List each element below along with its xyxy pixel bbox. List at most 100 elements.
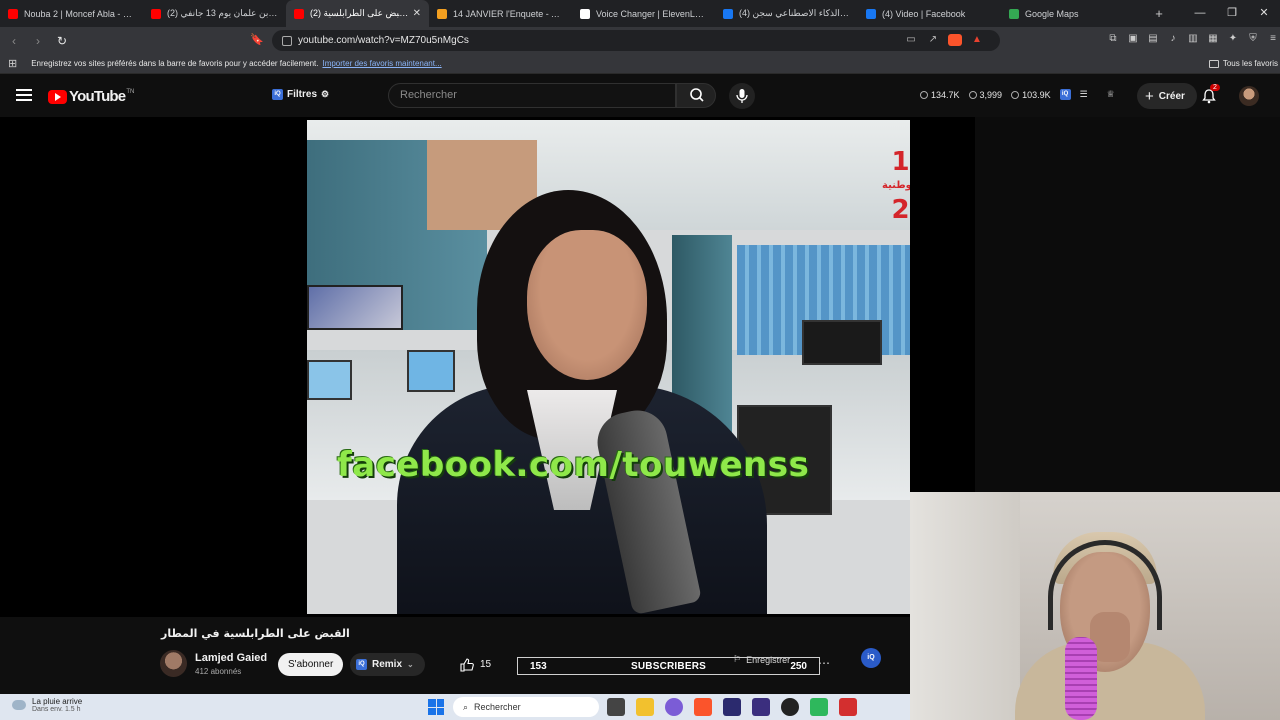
- video-count-icon: [968, 90, 977, 99]
- share-icon[interactable]: ↗: [926, 34, 940, 46]
- notifications-button[interactable]: 2: [1202, 84, 1220, 104]
- new-tab-button[interactable]: +: [1144, 6, 1174, 21]
- close-window-icon[interactable]: ✕: [1248, 0, 1280, 27]
- weather-line-2: Dans env. 1.5 h: [32, 706, 81, 713]
- iq-floating-button[interactable]: iQ: [861, 648, 881, 668]
- url-bar[interactable]: youtube.com/watch?v=MZ70u5nMgCs ▭ ↗ ▲: [272, 30, 1000, 51]
- leo-icon[interactable]: ✦: [1226, 33, 1240, 47]
- browser-tab[interactable]: حسن بن علمان يوم 13 جانفي (2): [143, 0, 286, 27]
- tab-title: Voice Changer | ElevenLabs: [596, 8, 707, 19]
- after-effects-icon[interactable]: [752, 698, 770, 716]
- remix-label: Remix: [372, 659, 403, 670]
- browser-tab[interactable]: (4) Video | Facebook: [858, 0, 1001, 27]
- screenshot-icon[interactable]: ▣: [1126, 33, 1140, 47]
- bookmark-icon[interactable]: 🔖: [250, 33, 264, 48]
- taskbar-search[interactable]: ⌕ Rechercher: [453, 697, 599, 717]
- browser-tab[interactable]: Voice Changer | ElevenLabs: [572, 0, 715, 27]
- browser-tab[interactable]: 14 JANVIER l'Enquete - Abdela: [429, 0, 572, 27]
- tab-title: القبض على الطرابلسية (2): [310, 8, 409, 18]
- tab-favicon-icon: [294, 8, 304, 19]
- site-info-icon[interactable]: [282, 35, 292, 46]
- stat-value: 3,999: [979, 89, 1003, 100]
- youtube-wordmark: YouTube: [69, 88, 126, 105]
- file-explorer-icon[interactable]: [636, 698, 654, 716]
- iq-extension-icon[interactable]: iQ: [1059, 89, 1071, 100]
- youtube-logo[interactable]: YouTube TN: [48, 88, 134, 105]
- menu-icon[interactable]: ≡: [1266, 33, 1280, 47]
- minimize-icon[interactable]: —: [1184, 0, 1216, 27]
- create-label: Créer: [1158, 90, 1185, 102]
- save-button[interactable]: ⚐ Enregistrer: [733, 654, 790, 665]
- filters-label: Filtres: [287, 89, 318, 100]
- tab-title: (4) الذكاء الاصطناعي سجن - Sea: [739, 8, 850, 18]
- scene-monitor: [407, 350, 455, 392]
- microphone-icon: [736, 89, 748, 103]
- sidebar-icon[interactable]: ▥: [1186, 33, 1200, 47]
- search-icon: ⌕: [463, 701, 469, 712]
- all-favorites-button[interactable]: Tous les favoris: [1208, 59, 1278, 68]
- account-avatar[interactable]: [1239, 86, 1259, 106]
- badge-icon[interactable]: ♕: [1107, 89, 1115, 100]
- voice-search-button[interactable]: [729, 83, 755, 109]
- thumbs-up-icon: [460, 657, 474, 672]
- youtube-play-icon: [48, 89, 67, 104]
- url-text[interactable]: youtube.com/watch?v=MZ70u5nMgCs: [298, 35, 469, 46]
- taskbar-search-label: Rechercher: [474, 702, 521, 712]
- like-button[interactable]: 15: [460, 653, 510, 676]
- tab-search-icon[interactable]: ▤: [1146, 33, 1160, 47]
- windows-taskbar: La pluie arrive Dans env. 1.5 h ⌕ Recher…: [0, 694, 910, 720]
- extensions-icon[interactable]: ⧉: [1106, 33, 1120, 47]
- premiere-pro-icon[interactable]: [723, 698, 741, 716]
- browser-tab[interactable]: القبض على الطرابلسية (2) ✕: [286, 0, 429, 27]
- search-input[interactable]: Rechercher: [388, 83, 676, 108]
- eye-icon: [1011, 90, 1020, 99]
- tab-title: 14 JANVIER l'Enquete - Abdela: [453, 8, 564, 19]
- wallet-icon[interactable]: ▦: [1206, 33, 1220, 47]
- list-icon[interactable]: ☰: [1080, 89, 1088, 100]
- more-actions-icon[interactable]: ⋯: [818, 656, 830, 670]
- search-button[interactable]: [676, 83, 716, 108]
- folder-icon: [1208, 59, 1219, 68]
- video-frame[interactable]: 1 الوطنية 2: [307, 120, 910, 614]
- acrobat-icon[interactable]: [839, 698, 857, 716]
- discord-icon[interactable]: [665, 698, 683, 716]
- subscribe-button[interactable]: S'abonner: [278, 653, 344, 676]
- remix-button[interactable]: iQ Remix ⌄: [350, 653, 425, 676]
- back-icon[interactable]: ‹: [4, 34, 24, 48]
- brave-rewards-icon[interactable]: ▲: [970, 34, 984, 46]
- start-button[interactable]: [428, 699, 444, 715]
- close-tab-icon[interactable]: ✕: [413, 8, 421, 19]
- apps-grid-icon[interactable]: ⊞: [8, 57, 17, 70]
- restore-icon[interactable]: ❐: [1216, 0, 1248, 27]
- filters-button[interactable]: iQ Filtres ⚙: [272, 89, 329, 100]
- import-bookmarks-link[interactable]: Importer des favoris maintenant...: [322, 59, 441, 68]
- cast-icon[interactable]: ▭: [904, 34, 918, 46]
- sliders-icon: ⚙: [321, 89, 330, 99]
- browser-tab[interactable]: (4) الذكاء الاصطناعي سجن - Sea: [715, 0, 858, 27]
- music-icon[interactable]: ♪: [1166, 33, 1180, 47]
- video-overlay-url: facebook.com/touwenss: [337, 445, 810, 485]
- weather-widget[interactable]: La pluie arrive Dans env. 1.5 h: [12, 697, 82, 713]
- country-code: TN: [126, 88, 135, 95]
- stat-value: 103.9K: [1022, 89, 1051, 100]
- channel-watermark: 1 الوطنية 2: [882, 149, 910, 223]
- forward-icon[interactable]: ›: [28, 34, 48, 48]
- green-app-icon[interactable]: [810, 698, 828, 716]
- bookmarks-message: Enregistrez vos sites préférés dans la b…: [31, 59, 319, 68]
- task-view-icon[interactable]: [607, 698, 625, 716]
- bookmarks-bar: ⊞ Enregistrez vos sites préférés dans la…: [0, 54, 1280, 74]
- browser-tab[interactable]: Google Maps: [1001, 0, 1144, 27]
- chevron-down-icon: ⌄: [407, 660, 414, 669]
- plus-icon: +: [1145, 87, 1154, 105]
- channel-avatar[interactable]: [160, 650, 187, 677]
- obs-icon[interactable]: [781, 698, 799, 716]
- hamburger-menu-icon[interactable]: [16, 89, 32, 101]
- create-button[interactable]: + Créer: [1137, 83, 1197, 109]
- channel-name[interactable]: Lamjed Gaied: [195, 652, 267, 664]
- reload-icon[interactable]: ↻: [52, 34, 72, 48]
- channel-stats: 134.7K 3,999 103.9K iQ ☰ ♕: [920, 89, 1115, 100]
- brave-shields-icon[interactable]: [948, 34, 962, 46]
- brave-browser-icon[interactable]: [694, 698, 712, 716]
- browser-tab[interactable]: Nouba 2 | Moncef Abla - 3azza: [0, 0, 143, 27]
- vpn-icon[interactable]: ⛨: [1246, 33, 1260, 47]
